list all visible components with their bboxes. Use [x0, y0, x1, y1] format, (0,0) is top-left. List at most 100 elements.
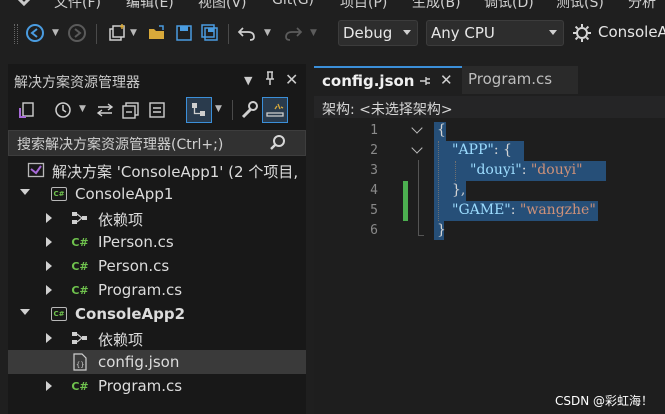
- panel-options-dropdown-icon[interactable]: ▼: [244, 74, 252, 87]
- line-number: 4: [370, 183, 378, 198]
- close-icon[interactable]: ✕: [285, 70, 298, 89]
- configuration-dropdown[interactable]: Debug: [338, 20, 418, 46]
- tree-item-label: ConsoleApp2: [75, 305, 186, 323]
- collapse-all-icon[interactable]: [120, 99, 142, 121]
- csharp-file-icon: C#: [71, 379, 89, 393]
- schema-selector[interactable]: 架构: <未选择架构>: [322, 99, 453, 119]
- close-tab-icon[interactable]: ✕: [440, 71, 453, 89]
- watermark-text: CSDN @彩虹海！: [554, 394, 653, 408]
- json-punct: :: [521, 162, 531, 178]
- tab-config-json[interactable]: config.json ✕: [314, 66, 462, 94]
- schema-label: 架构:: [322, 102, 355, 118]
- json-string-value: "wangzhe": [519, 202, 596, 218]
- menu-git[interactable]: Git(G): [272, 0, 314, 8]
- line-number: 3: [370, 163, 378, 178]
- gear-icon[interactable]: [571, 22, 593, 44]
- line-number: 2: [370, 143, 378, 158]
- menu-project[interactable]: 项目(P): [340, 0, 387, 10]
- back-navigate-icon[interactable]: [24, 22, 46, 44]
- csharp-file-icon: C#: [71, 283, 89, 297]
- redo-dropdown-caret-icon[interactable]: ▼: [310, 28, 317, 38]
- expand-chevron-icon[interactable]: [46, 333, 52, 343]
- chevron-down-icon: [549, 30, 557, 35]
- tree-item-program-cs[interactable]: C# Program.cs: [8, 278, 306, 302]
- expand-chevron-icon[interactable]: [46, 285, 52, 295]
- schema-value: <未选择架构>: [359, 102, 453, 118]
- new-dropdown-caret-icon[interactable]: ▼: [130, 28, 137, 38]
- tree-item-program-cs[interactable]: C# Program.cs: [8, 374, 306, 398]
- save-icon[interactable]: [173, 22, 195, 44]
- back-dropdown-caret-icon[interactable]: ▼: [52, 28, 59, 38]
- menu-debug[interactable]: 调试(D): [484, 0, 534, 10]
- line-number: 6: [370, 223, 378, 238]
- class-view-dropdown-caret-icon[interactable]: ▼: [215, 104, 222, 114]
- tree-item-label: ConsoleApp1: [75, 185, 174, 203]
- tree-item-dependencies[interactable]: 依赖项: [8, 206, 306, 230]
- startup-project-label[interactable]: ConsoleApp: [598, 23, 665, 41]
- configuration-value: Debug: [343, 24, 393, 42]
- expand-chevron-icon[interactable]: [20, 189, 30, 195]
- toolbar-grip[interactable]: [14, 24, 18, 44]
- menu-file[interactable]: 文件(F): [54, 0, 101, 10]
- menu-bar: 文件(F) 编辑(E) 视图(V) Git(G) 项目(P) 生成(B) 调试(…: [0, 0, 665, 10]
- json-key: "GAME": [452, 202, 511, 218]
- tree-item-iperson-cs[interactable]: C# IPerson.cs: [8, 230, 306, 254]
- menu-build[interactable]: 生成(B): [412, 0, 461, 10]
- tree-item-consoleapp2[interactable]: C# ConsoleApp2: [8, 302, 306, 326]
- platform-dropdown[interactable]: Any CPU: [426, 20, 564, 46]
- code-line-6: }: [437, 222, 446, 238]
- code-line-1: {: [437, 122, 446, 138]
- csharp-file-icon: C#: [71, 259, 89, 273]
- json-key: "APP": [452, 142, 494, 158]
- line-number: 1: [370, 123, 378, 138]
- properties-wrench-icon[interactable]: [238, 99, 260, 121]
- new-project-icon[interactable]: [106, 22, 128, 44]
- expand-chevron-icon[interactable]: [46, 381, 52, 391]
- search-icon[interactable]: [268, 133, 288, 157]
- save-all-icon[interactable]: [199, 22, 221, 44]
- json-file-icon: {}: [71, 353, 89, 371]
- json-string-value: "douyi": [530, 162, 583, 178]
- tree-item-dependencies[interactable]: 依赖项: [8, 326, 306, 350]
- sync-with-active-document-icon[interactable]: [94, 99, 116, 121]
- tree-item-consoleapp1[interactable]: C# ConsoleApp1: [8, 182, 306, 206]
- menu-view[interactable]: 视图(V): [198, 0, 247, 10]
- expand-chevron-icon[interactable]: [46, 261, 52, 271]
- preview-selected-items-icon[interactable]: [262, 97, 288, 123]
- pending-changes-filter-icon[interactable]: [52, 99, 74, 121]
- toolbar-separator: [232, 100, 233, 120]
- filter-dropdown-caret-icon[interactable]: ▼: [79, 104, 86, 114]
- indent-guide: [455, 161, 456, 181]
- expand-chevron-icon[interactable]: [46, 237, 52, 247]
- pin-icon[interactable]: [264, 70, 276, 90]
- tree-item-person-cs[interactable]: C# Person.cs: [8, 254, 306, 278]
- tab-label: Program.cs: [468, 70, 553, 88]
- tree-item-config-json[interactable]: {} config.json: [8, 350, 306, 374]
- json-punct: :: [510, 202, 520, 218]
- fold-guide-line: [418, 160, 419, 236]
- modified-lines-indicator: [403, 181, 408, 221]
- class-view-icon[interactable]: [186, 97, 212, 123]
- redo-icon[interactable]: [282, 22, 304, 44]
- open-folder-icon[interactable]: [146, 22, 168, 44]
- dependencies-icon: [71, 329, 89, 347]
- tree-item-solution[interactable]: 解决方案 'ConsoleApp1' (2 个项目,: [8, 158, 306, 182]
- show-all-files-icon[interactable]: [146, 99, 168, 121]
- json-key: "douyi": [470, 162, 522, 178]
- menu-test[interactable]: 测试(S): [556, 0, 604, 10]
- undo-dropdown-caret-icon[interactable]: ▼: [264, 28, 271, 38]
- tab-program-cs[interactable]: Program.cs: [462, 66, 578, 94]
- menu-edit[interactable]: 编辑(E): [126, 0, 174, 10]
- pin-tab-icon[interactable]: [418, 74, 432, 92]
- panel-splitter[interactable]: [306, 64, 314, 414]
- solution-search-input[interactable]: 搜索解决方案资源管理器(Ctrl+;): [17, 134, 223, 154]
- switch-views-icon[interactable]: [16, 99, 38, 121]
- forward-navigate-icon[interactable]: [66, 22, 88, 44]
- solution-icon: [27, 161, 45, 179]
- menu-analyze[interactable]: 分析: [628, 0, 656, 10]
- expand-chevron-icon[interactable]: [46, 213, 52, 223]
- tree-item-label: 依赖项: [98, 211, 144, 229]
- toolbar-separator: [228, 24, 229, 44]
- undo-icon[interactable]: [236, 22, 258, 44]
- expand-chevron-icon[interactable]: [20, 309, 30, 315]
